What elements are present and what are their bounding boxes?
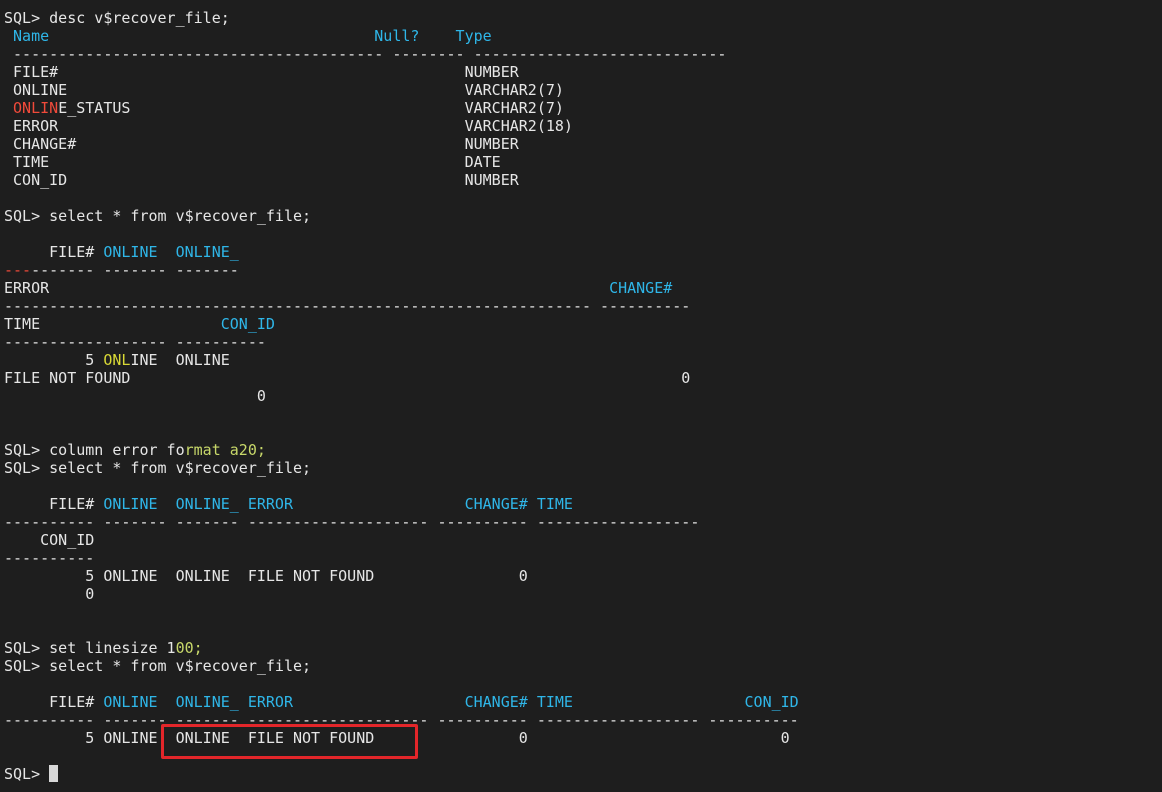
terminal-text-segment: 5 ONLINE ONLINE FILE NOT FOUND 0 (4, 567, 528, 585)
terminal-text-segment: ONLINE ONLINE_ ERROR CHANGE# TIME CON_ID (103, 693, 799, 711)
terminal-text-segment: SQL> select * from v$recover_file; (4, 207, 312, 225)
terminal-text-segment: SQL> column error fo (4, 441, 185, 459)
terminal-text-segment: ---------- (4, 549, 95, 567)
terminal-text-segment: SQL> select * from v$recover_file; (4, 657, 312, 675)
terminal-text-segment: CHANGE# (609, 279, 673, 297)
terminal-line: ---------- ------- ------- -------------… (4, 711, 1162, 729)
terminal-line: SQL> desc v$recover_file; (4, 9, 1162, 27)
terminal-text-segment: FILE# NUMBER (4, 63, 519, 81)
terminal-line: 5 ONLINE ONLINE FILE NOT FOUND 0 (4, 567, 1162, 585)
terminal-text-segment: INE ONLINE (130, 351, 230, 369)
terminal-text-segment: rmat a20; (184, 441, 266, 459)
terminal-line: ERROR CHANGE# (4, 279, 1162, 297)
sql-prompt: SQL> (4, 765, 50, 783)
terminal-text-segment: CON_ID (4, 531, 95, 549)
terminal-line: 0 (4, 387, 1162, 405)
terminal-text-segment: CON_ID NUMBER (4, 171, 519, 189)
terminal-line: 5 ONLINE ONLINE (4, 351, 1162, 369)
terminal-line: SQL> select * from v$recover_file; (4, 459, 1162, 477)
terminal-line: FILE NOT FOUND 0 (4, 369, 1162, 387)
terminal-line: CON_ID (4, 531, 1162, 549)
terminal-text-segment: FILE# (4, 693, 104, 711)
terminal-window[interactable]: SQL> desc v$recover_file; Name Null? Typ… (0, 0, 1162, 792)
terminal-line: 5 ONLINE ONLINE FILE NOT FOUND 0 0 (4, 729, 1162, 747)
terminal-text-segment: FILE# (4, 243, 104, 261)
terminal-line: TIME DATE (4, 153, 1162, 171)
terminal-text-segment: ONLINE VARCHAR2(7) (4, 81, 564, 99)
terminal-line: SQL> set linesize 100; (4, 639, 1162, 657)
terminal-text-segment: ONLINE ONLINE_ ERROR CHANGE# TIME (103, 495, 573, 513)
terminal-text-segment: Null? (374, 27, 456, 45)
terminal-text-segment: ERROR VARCHAR2(18) (4, 117, 573, 135)
terminal-text-segment: 5 ONLINE ONLINE FILE NOT FOUND 0 0 (4, 729, 790, 747)
terminal-text-segment: FILE NOT FOUND 0 (4, 369, 691, 387)
text-cursor (49, 765, 59, 782)
terminal-line: FILE# ONLINE ONLINE_ (4, 243, 1162, 261)
terminal-text-segment: TIME DATE (4, 153, 501, 171)
terminal-line: ONLINE_STATUS VARCHAR2(7) (4, 99, 1162, 117)
terminal-text-segment: SQL> select * from v$recover_file; (4, 459, 312, 477)
terminal-line: ---------- ------- ------- (4, 261, 1162, 279)
terminal-line: ---------- (4, 549, 1162, 567)
terminal-line: 0 (4, 585, 1162, 603)
terminal-text-segment: ONL (103, 351, 131, 369)
terminal-line: CHANGE# NUMBER (4, 135, 1162, 153)
terminal-line: ----------------------------------------… (4, 297, 1162, 315)
terminal-line: Name Null? Type (4, 27, 1162, 45)
terminal-output: SQL> desc v$recover_file; Name Null? Typ… (4, 9, 1162, 765)
terminal-line: SQL> column error format a20; (4, 441, 1162, 459)
terminal-text-segment: 0 (4, 585, 95, 603)
terminal-text-segment: 5 (4, 351, 104, 369)
terminal-text-segment: 0 (4, 387, 266, 405)
terminal-text-segment: CON_ID (220, 315, 275, 333)
terminal-text-segment: SQL> set linesize 1 (4, 639, 176, 657)
terminal-text-segment: Name (4, 27, 375, 45)
terminal-line: ---------- ------- ------- -------------… (4, 513, 1162, 531)
terminal-line: ----------------------------------------… (4, 45, 1162, 63)
terminal-text-segment: ERROR (4, 279, 610, 297)
terminal-line: ONLINE VARCHAR2(7) (4, 81, 1162, 99)
terminal-text-segment: TIME (4, 315, 221, 333)
terminal-line: CON_ID NUMBER (4, 171, 1162, 189)
terminal-text-segment: ------------------ ---------- (4, 333, 266, 351)
terminal-text-segment: --- (4, 261, 32, 279)
terminal-text-segment: ----------------------------------------… (4, 297, 691, 315)
terminal-text-segment: ------- ------- ------- (31, 261, 239, 279)
terminal-text-segment: ----------------------------------------… (4, 45, 727, 63)
terminal-text-segment: 00; (175, 639, 203, 657)
terminal-line: FILE# NUMBER (4, 63, 1162, 81)
terminal-text-segment: CHANGE# NUMBER (4, 135, 519, 153)
prompt-line[interactable]: SQL> (4, 765, 1162, 783)
terminal-line: SQL> select * from v$recover_file; (4, 657, 1162, 675)
terminal-text-segment: SQL> desc v$recover_file; (4, 9, 230, 27)
terminal-line: TIME CON_ID (4, 315, 1162, 333)
terminal-text-segment: Type (455, 27, 492, 45)
terminal-line: FILE# ONLINE ONLINE_ ERROR CHANGE# TIME (4, 495, 1162, 513)
terminal-text-segment: ONLINE ONLINE_ (103, 243, 239, 261)
terminal-text-segment: ONLIN (13, 99, 59, 117)
terminal-line: SQL> select * from v$recover_file; (4, 207, 1162, 225)
terminal-line: ERROR VARCHAR2(18) (4, 117, 1162, 135)
terminal-line: FILE# ONLINE ONLINE_ ERROR CHANGE# TIME … (4, 693, 1162, 711)
terminal-text-segment: FILE# (4, 495, 104, 513)
terminal-text-segment: E_STATUS VARCHAR2(7) (58, 99, 564, 117)
terminal-text-segment: ---------- ------- ------- -------------… (4, 711, 799, 729)
terminal-line: ------------------ ---------- (4, 333, 1162, 351)
terminal-text-segment: ---------- ------- ------- -------------… (4, 513, 700, 531)
